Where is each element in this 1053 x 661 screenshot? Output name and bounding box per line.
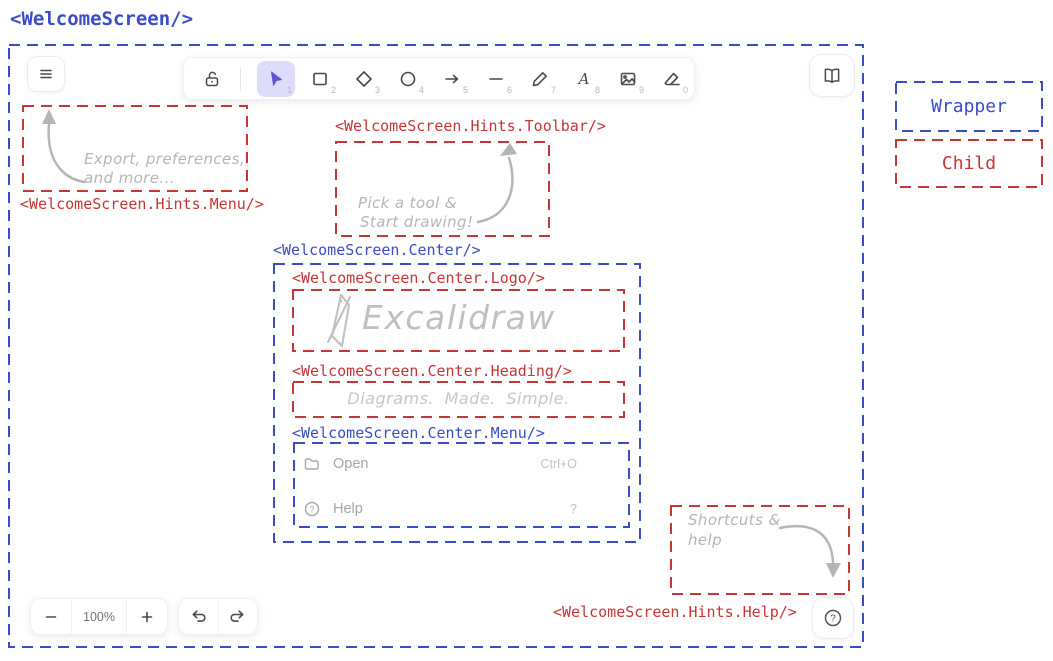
- redo-button[interactable]: [219, 599, 258, 634]
- selection-icon: [266, 69, 286, 89]
- toolbar-divider: [240, 67, 241, 91]
- tool-shortcut: 7: [551, 85, 556, 95]
- arrow-icon: [442, 69, 462, 89]
- hints-toolbar-label: <WelcomeScreen.Hints.Toolbar/>: [335, 118, 606, 135]
- center-heading-label: <WelcomeScreen.Center.Heading/>: [292, 363, 572, 380]
- tool-shortcut: 0: [683, 85, 688, 95]
- tool-arrow[interactable]: 5: [433, 61, 471, 97]
- tool-shortcut: 8: [595, 85, 600, 95]
- zoom-in-button[interactable]: [127, 599, 167, 634]
- hamburger-icon: [36, 64, 56, 84]
- toolbar-tools: 1 2 3 4 5 6 7 A8 9 0: [257, 61, 691, 97]
- question-circle-icon: ?: [822, 607, 844, 629]
- image-icon: [618, 69, 638, 89]
- menu-hint-line1: Export, preferences,: [84, 150, 245, 169]
- tool-ellipse[interactable]: 4: [389, 61, 427, 97]
- redo-icon: [228, 607, 247, 626]
- svg-text:A: A: [577, 70, 590, 88]
- excalidraw-logo-icon: [325, 292, 355, 350]
- tool-shortcut: 9: [639, 85, 644, 95]
- svg-text:?: ?: [830, 614, 836, 625]
- pencil-icon: [530, 69, 550, 89]
- tool-rectangle[interactable]: 2: [301, 61, 339, 97]
- folder-icon: [303, 455, 321, 473]
- line-icon: [486, 69, 506, 89]
- excalidraw-logo-text: Excalidraw: [362, 298, 556, 337]
- center-heading-text: Diagrams. Made. Simple.: [292, 389, 625, 408]
- tool-shortcut: 4: [419, 85, 424, 95]
- main-menu-button[interactable]: [27, 56, 65, 92]
- open-book-icon: [821, 65, 843, 87]
- undo-redo-island: [178, 598, 258, 635]
- center-menu-label: <WelcomeScreen.Center.Menu/>: [292, 425, 545, 442]
- tool-shortcut: 6: [507, 85, 512, 95]
- menu-item-shortcut: Ctrl+O: [541, 457, 577, 471]
- help-circle-icon: ?: [303, 500, 321, 518]
- toolbar-hint-arrow: [468, 142, 528, 230]
- menu-hint-line2: and more...: [84, 169, 175, 188]
- legend-child-label: Child: [942, 153, 996, 174]
- plus-icon: [138, 608, 156, 626]
- lock-tool-button[interactable]: [194, 61, 230, 97]
- menu-item-shortcut: ?: [570, 502, 577, 516]
- tool-line[interactable]: 6: [477, 61, 515, 97]
- hints-help-label: <WelcomeScreen.Hints.Help/>: [553, 604, 797, 621]
- tool-shortcut: 2: [331, 85, 336, 95]
- toolbar-hint-line2: Start drawing!: [360, 213, 473, 232]
- zoom-island: 100%: [30, 598, 168, 635]
- tool-selection[interactable]: 1: [257, 61, 295, 97]
- legend-child-box: Child: [895, 139, 1043, 188]
- rectangle-icon: [310, 69, 330, 89]
- tool-draw[interactable]: 7: [521, 61, 559, 97]
- text-icon: A: [574, 69, 594, 89]
- center-logo-label: <WelcomeScreen.Center.Logo/>: [292, 270, 545, 287]
- tool-text[interactable]: A8: [565, 61, 603, 97]
- legend-wrapper-box: Wrapper: [895, 81, 1043, 132]
- help-button[interactable]: ?: [812, 597, 854, 639]
- tool-shortcut: 1: [287, 85, 292, 95]
- tool-image[interactable]: 9: [609, 61, 647, 97]
- undo-icon: [189, 607, 208, 626]
- center-menu: Open Ctrl+O? Help?: [303, 450, 577, 523]
- diamond-icon: [354, 69, 374, 89]
- help-hint-line2: help: [688, 531, 722, 550]
- tool-diamond[interactable]: 3: [345, 61, 383, 97]
- undo-button[interactable]: [179, 599, 218, 634]
- center-menu-item-open[interactable]: Open Ctrl+O: [303, 450, 577, 478]
- tool-shortcut: 5: [463, 85, 468, 95]
- menu-item-label: Help: [333, 501, 363, 517]
- center-menu-item-help[interactable]: ? Help?: [303, 495, 577, 523]
- zoom-out-button[interactable]: [31, 599, 71, 634]
- tool-shortcut: 3: [375, 85, 380, 95]
- toolbar-island: 1 2 3 4 5 6 7 A8 9 0: [183, 57, 695, 100]
- menu-hint-arrow: [36, 108, 88, 188]
- ellipse-icon: [398, 69, 418, 89]
- help-hint-line1: Shortcuts &: [688, 511, 781, 530]
- eraser-icon: [662, 69, 682, 89]
- minus-icon: [42, 608, 60, 626]
- welcomescreen-root-label: <WelcomeScreen/>: [10, 8, 193, 30]
- library-button[interactable]: [809, 54, 855, 97]
- legend-wrapper-label: Wrapper: [931, 96, 1007, 117]
- toolbar-hint-line1: Pick a tool &: [358, 194, 457, 213]
- center-label: <WelcomeScreen.Center/>: [273, 242, 481, 259]
- zoom-level[interactable]: 100%: [72, 599, 126, 634]
- tool-eraser[interactable]: 0: [653, 61, 691, 97]
- menu-item-label: Open: [333, 456, 368, 472]
- help-hint-arrow: [773, 516, 845, 588]
- unlocked-padlock-icon: [202, 69, 222, 89]
- svg-text:?: ?: [310, 504, 315, 514]
- hints-menu-label: <WelcomeScreen.Hints.Menu/>: [20, 196, 264, 213]
